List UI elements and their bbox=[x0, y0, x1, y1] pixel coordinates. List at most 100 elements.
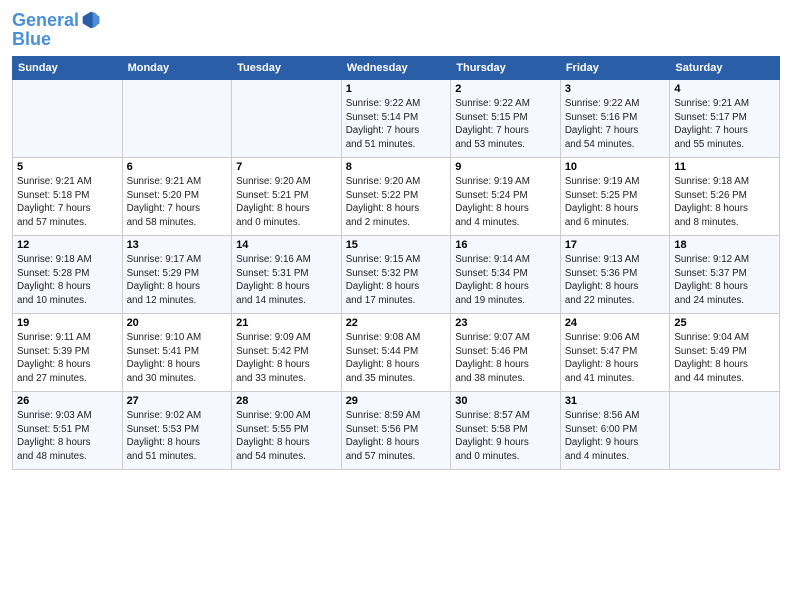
day-info: Sunrise: 9:21 AM Sunset: 5:17 PM Dayligh… bbox=[674, 97, 775, 152]
day-info: Sunrise: 8:56 AM Sunset: 6:00 PM Dayligh… bbox=[565, 409, 666, 464]
calendar-cell bbox=[122, 80, 232, 158]
day-info: Sunrise: 9:09 AM Sunset: 5:42 PM Dayligh… bbox=[236, 331, 337, 386]
day-info: Sunrise: 9:12 AM Sunset: 5:37 PM Dayligh… bbox=[674, 253, 775, 308]
day-number: 21 bbox=[236, 317, 337, 329]
calendar-cell: 10 Sunrise: 9:19 AM Sunset: 5:25 PM Dayli… bbox=[560, 158, 670, 236]
day-number: 19 bbox=[17, 317, 118, 329]
calendar-cell: 21 Sunrise: 9:09 AM Sunset: 5:42 PM Dayli… bbox=[232, 314, 342, 392]
calendar-cell: 26 Sunrise: 9:03 AM Sunset: 5:51 PM Dayli… bbox=[13, 392, 123, 470]
day-info: Sunrise: 9:04 AM Sunset: 5:49 PM Dayligh… bbox=[674, 331, 775, 386]
calendar-header-tuesday: Tuesday bbox=[232, 57, 342, 80]
calendar-cell: 18 Sunrise: 9:12 AM Sunset: 5:37 PM Dayli… bbox=[670, 236, 780, 314]
day-number: 31 bbox=[565, 395, 666, 407]
day-info: Sunrise: 8:57 AM Sunset: 5:58 PM Dayligh… bbox=[455, 409, 556, 464]
day-number: 10 bbox=[565, 161, 666, 173]
day-info: Sunrise: 9:03 AM Sunset: 5:51 PM Dayligh… bbox=[17, 409, 118, 464]
calendar-cell: 27Sunrise: 9:02 AM Sunset: 5:53 PM Dayli… bbox=[122, 392, 232, 470]
calendar-cell: 13Sunrise: 9:17 AM Sunset: 5:29 PM Dayli… bbox=[122, 236, 232, 314]
calendar-cell: 14 Sunrise: 9:16 AM Sunset: 5:31 PM Dayli… bbox=[232, 236, 342, 314]
calendar-cell: 23Sunrise: 9:07 AM Sunset: 5:46 PM Dayli… bbox=[451, 314, 561, 392]
day-info: Sunrise: 9:06 AM Sunset: 5:47 PM Dayligh… bbox=[565, 331, 666, 386]
calendar-cell: 20 Sunrise: 9:10 AM Sunset: 5:41 PM Dayli… bbox=[122, 314, 232, 392]
day-number: 16 bbox=[455, 239, 556, 251]
logo-blue: Blue bbox=[12, 30, 101, 48]
day-number: 2 bbox=[455, 83, 556, 95]
day-number: 20 bbox=[127, 317, 228, 329]
calendar-cell: 29Sunrise: 8:59 AM Sunset: 5:56 PM Dayli… bbox=[341, 392, 451, 470]
calendar-cell: 25 Sunrise: 9:04 AM Sunset: 5:49 PM Dayli… bbox=[670, 314, 780, 392]
calendar-week-5: 26 Sunrise: 9:03 AM Sunset: 5:51 PM Dayli… bbox=[13, 392, 780, 470]
day-number: 17 bbox=[565, 239, 666, 251]
day-number: 25 bbox=[674, 317, 775, 329]
calendar-cell bbox=[13, 80, 123, 158]
day-number: 1 bbox=[346, 83, 447, 95]
day-info: Sunrise: 9:08 AM Sunset: 5:44 PM Dayligh… bbox=[346, 331, 447, 386]
calendar-week-2: 5Sunrise: 9:21 AM Sunset: 5:18 PM Daylig… bbox=[13, 158, 780, 236]
calendar-cell: 11 Sunrise: 9:18 AM Sunset: 5:26 PM Dayli… bbox=[670, 158, 780, 236]
day-number: 7 bbox=[236, 161, 337, 173]
calendar-cell: 24 Sunrise: 9:06 AM Sunset: 5:47 PM Dayli… bbox=[560, 314, 670, 392]
calendar-cell: 8 Sunrise: 9:20 AM Sunset: 5:22 PM Daylig… bbox=[341, 158, 451, 236]
calendar-cell: 31 Sunrise: 8:56 AM Sunset: 6:00 PM Dayli… bbox=[560, 392, 670, 470]
day-info: Sunrise: 9:18 AM Sunset: 5:26 PM Dayligh… bbox=[674, 175, 775, 230]
calendar-cell: 4Sunrise: 9:21 AM Sunset: 5:17 PM Daylig… bbox=[670, 80, 780, 158]
day-info: Sunrise: 9:20 AM Sunset: 5:22 PM Dayligh… bbox=[346, 175, 447, 230]
calendar-table: SundayMondayTuesdayWednesdayThursdayFrid… bbox=[12, 56, 780, 470]
day-info: Sunrise: 9:19 AM Sunset: 5:24 PM Dayligh… bbox=[455, 175, 556, 230]
day-info: Sunrise: 9:10 AM Sunset: 5:41 PM Dayligh… bbox=[127, 331, 228, 386]
logo-text: General bbox=[12, 11, 79, 29]
calendar-cell: 16Sunrise: 9:14 AM Sunset: 5:34 PM Dayli… bbox=[451, 236, 561, 314]
day-number: 30 bbox=[455, 395, 556, 407]
day-number: 13 bbox=[127, 239, 228, 251]
day-number: 24 bbox=[565, 317, 666, 329]
day-number: 22 bbox=[346, 317, 447, 329]
calendar-header-thursday: Thursday bbox=[451, 57, 561, 80]
calendar-header-friday: Friday bbox=[560, 57, 670, 80]
calendar-cell bbox=[670, 392, 780, 470]
calendar-header-wednesday: Wednesday bbox=[341, 57, 451, 80]
header: General Blue bbox=[12, 10, 780, 48]
day-info: Sunrise: 9:22 AM Sunset: 5:16 PM Dayligh… bbox=[565, 97, 666, 152]
calendar-header-sunday: Sunday bbox=[13, 57, 123, 80]
calendar-header-row: SundayMondayTuesdayWednesdayThursdayFrid… bbox=[13, 57, 780, 80]
calendar-cell: 6 Sunrise: 9:21 AM Sunset: 5:20 PM Daylig… bbox=[122, 158, 232, 236]
day-number: 6 bbox=[127, 161, 228, 173]
calendar-cell: 3 Sunrise: 9:22 AM Sunset: 5:16 PM Daylig… bbox=[560, 80, 670, 158]
day-number: 8 bbox=[346, 161, 447, 173]
day-info: Sunrise: 9:22 AM Sunset: 5:14 PM Dayligh… bbox=[346, 97, 447, 152]
day-info: Sunrise: 9:00 AM Sunset: 5:55 PM Dayligh… bbox=[236, 409, 337, 464]
calendar-header-monday: Monday bbox=[122, 57, 232, 80]
day-info: Sunrise: 9:02 AM Sunset: 5:53 PM Dayligh… bbox=[127, 409, 228, 464]
day-number: 12 bbox=[17, 239, 118, 251]
day-number: 11 bbox=[674, 161, 775, 173]
calendar-week-1: 1 Sunrise: 9:22 AM Sunset: 5:14 PM Daylig… bbox=[13, 80, 780, 158]
day-info: Sunrise: 9:21 AM Sunset: 5:20 PM Dayligh… bbox=[127, 175, 228, 230]
day-number: 9 bbox=[455, 161, 556, 173]
calendar-cell: 17 Sunrise: 9:13 AM Sunset: 5:36 PM Dayli… bbox=[560, 236, 670, 314]
calendar-cell: 9 Sunrise: 9:19 AM Sunset: 5:24 PM Daylig… bbox=[451, 158, 561, 236]
day-info: Sunrise: 9:16 AM Sunset: 5:31 PM Dayligh… bbox=[236, 253, 337, 308]
day-number: 18 bbox=[674, 239, 775, 251]
calendar-cell: 2Sunrise: 9:22 AM Sunset: 5:15 PM Daylig… bbox=[451, 80, 561, 158]
calendar-cell bbox=[232, 80, 342, 158]
day-info: Sunrise: 9:19 AM Sunset: 5:25 PM Dayligh… bbox=[565, 175, 666, 230]
calendar-cell: 15Sunrise: 9:15 AM Sunset: 5:32 PM Dayli… bbox=[341, 236, 451, 314]
day-number: 26 bbox=[17, 395, 118, 407]
calendar-cell: 19 Sunrise: 9:11 AM Sunset: 5:39 PM Dayli… bbox=[13, 314, 123, 392]
day-info: Sunrise: 9:11 AM Sunset: 5:39 PM Dayligh… bbox=[17, 331, 118, 386]
logo-icon bbox=[81, 10, 101, 30]
calendar-cell: 28Sunrise: 9:00 AM Sunset: 5:55 PM Dayli… bbox=[232, 392, 342, 470]
day-info: Sunrise: 9:15 AM Sunset: 5:32 PM Dayligh… bbox=[346, 253, 447, 308]
logo: General Blue bbox=[12, 10, 101, 48]
calendar-cell: 5Sunrise: 9:21 AM Sunset: 5:18 PM Daylig… bbox=[13, 158, 123, 236]
page-container: General Blue SundayMondayTuesdayWednesda… bbox=[0, 0, 792, 480]
calendar-header-saturday: Saturday bbox=[670, 57, 780, 80]
day-number: 3 bbox=[565, 83, 666, 95]
calendar-week-4: 19 Sunrise: 9:11 AM Sunset: 5:39 PM Dayli… bbox=[13, 314, 780, 392]
day-info: Sunrise: 8:59 AM Sunset: 5:56 PM Dayligh… bbox=[346, 409, 447, 464]
day-info: Sunrise: 9:13 AM Sunset: 5:36 PM Dayligh… bbox=[565, 253, 666, 308]
calendar-cell: 22 Sunrise: 9:08 AM Sunset: 5:44 PM Dayli… bbox=[341, 314, 451, 392]
day-info: Sunrise: 9:21 AM Sunset: 5:18 PM Dayligh… bbox=[17, 175, 118, 230]
day-number: 23 bbox=[455, 317, 556, 329]
day-number: 14 bbox=[236, 239, 337, 251]
